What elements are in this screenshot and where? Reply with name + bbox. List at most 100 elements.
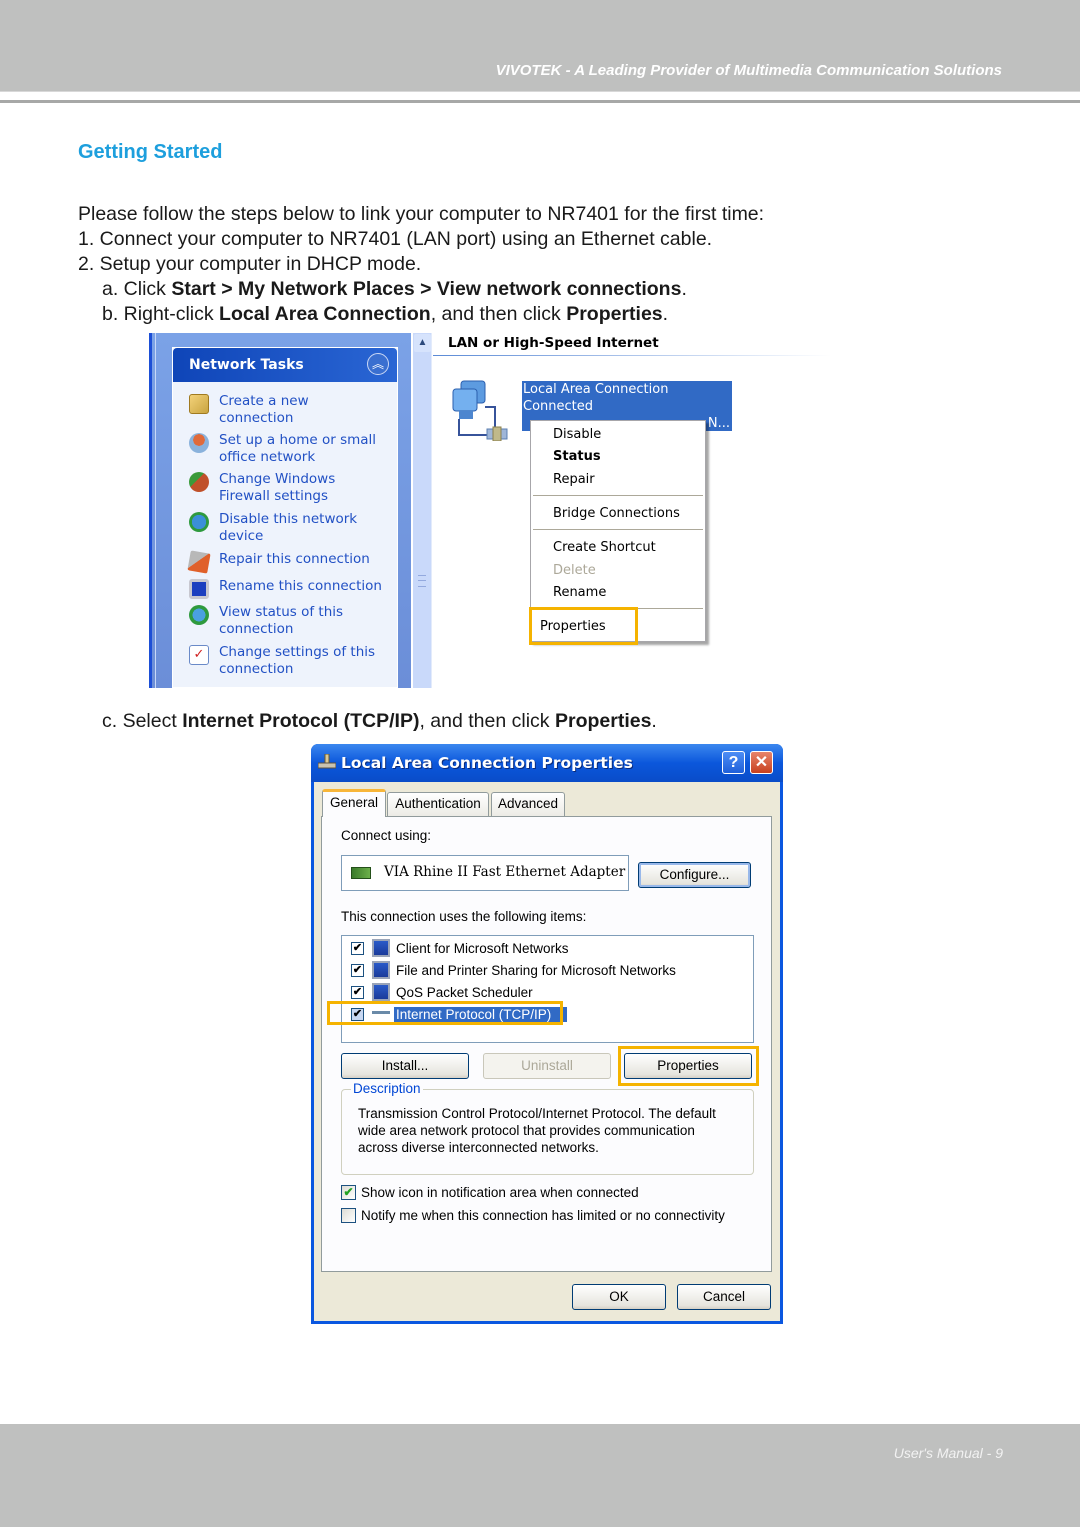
firewall-icon <box>189 472 209 492</box>
show-icon-label: Show icon in notification area when conn… <box>361 1185 639 1200</box>
notify-checkbox[interactable] <box>341 1208 356 1223</box>
cancel-button[interactable]: Cancel <box>677 1284 771 1310</box>
menu-separator <box>533 529 703 530</box>
network-tasks-header[interactable]: Network Tasks ︽ <box>173 348 397 382</box>
page-footer: User's Manual - 9 <box>0 1424 1080 1527</box>
configure-button[interactable]: Configure... <box>638 862 751 888</box>
task-label: connection <box>219 621 294 637</box>
menu-item-rename[interactable]: Rename <box>553 585 606 600</box>
task-pane: Network Tasks ︽ Create a new connection S… <box>149 333 411 688</box>
ok-button[interactable]: OK <box>572 1284 666 1310</box>
dialog-body: General Authentication Advanced Connect … <box>314 782 780 1321</box>
client-network-icon <box>372 939 390 957</box>
repair-icon <box>187 550 211 574</box>
list-item[interactable]: ✔ File and Printer Sharing for Microsoft… <box>351 960 678 980</box>
adapter-name: VIA Rhine II Fast Ethernet Adapter <box>384 864 626 880</box>
task-change-settings[interactable]: ✓ Change settings of this connection <box>189 644 399 678</box>
task-repair[interactable]: Repair this connection <box>187 550 399 574</box>
step-2c-text: c. Select Internet Protocol (TCP/IP), an… <box>102 710 657 733</box>
step-2-text: 2. Setup your computer in DHCP mode. <box>78 253 422 275</box>
menu-item-disable[interactable]: Disable <box>553 427 601 442</box>
task-label: Set up a home or small <box>219 432 377 448</box>
file-printer-sharing-icon <box>372 961 390 979</box>
step-2b-text: b. Right-click Local Area Connection, an… <box>102 303 668 326</box>
network-connection-icon <box>318 754 336 769</box>
help-button[interactable]: ? <box>722 751 745 774</box>
step-2a-text: a. Click Start > My Network Places > Vie… <box>102 278 687 301</box>
task-home-network[interactable]: Set up a home or small office network <box>189 432 399 466</box>
list-item[interactable]: ✔ QoS Packet Scheduler <box>351 982 535 1002</box>
header-divider <box>0 100 1080 103</box>
close-button[interactable]: ✕ <box>750 751 773 774</box>
step-2b-middle: , and then click <box>430 303 567 325</box>
item-checkbox[interactable]: ✔ <box>351 985 364 999</box>
menu-separator <box>533 495 703 496</box>
install-button[interactable]: Install... <box>341 1053 469 1079</box>
item-checkbox[interactable]: ✔ <box>351 963 364 977</box>
list-item[interactable]: ✔ Client for Microsoft Networks <box>351 938 571 958</box>
task-create-connection[interactable]: Create a new connection <box>189 393 399 427</box>
task-label: connection <box>219 410 294 426</box>
step-2b-bold-2: Properties <box>566 303 663 325</box>
step-2c-bold-2: Properties <box>554 710 652 732</box>
task-firewall[interactable]: Change Windows Firewall settings <box>189 471 399 505</box>
menu-item-bridge-connections[interactable]: Bridge Connections <box>553 506 680 521</box>
dialog-titlebar[interactable]: Local Area Connection Properties ? ✕ <box>311 744 783 782</box>
step-2a-prefix: a. Click <box>102 278 172 300</box>
home-network-icon <box>189 433 209 453</box>
step-2c-prefix: c. Select <box>102 710 183 732</box>
task-rename[interactable]: Rename this connection <box>189 578 399 599</box>
menu-item-create-shortcut[interactable]: Create Shortcut <box>553 540 656 555</box>
change-settings-icon: ✓ <box>189 645 209 665</box>
properties-button-highlight-box <box>618 1046 759 1086</box>
disable-device-icon <box>189 512 209 532</box>
network-adapter-icon <box>351 867 371 879</box>
tab-general[interactable]: General <box>322 789 386 817</box>
show-icon-checkbox[interactable]: ✔ <box>341 1185 356 1200</box>
dialog-title: Local Area Connection Properties <box>341 754 633 772</box>
connection-name: Local Area Connection <box>523 382 669 397</box>
task-pane-scrollbar[interactable]: ▲ <box>412 333 432 688</box>
task-disable-device[interactable]: Disable this network device <box>189 511 399 545</box>
step-2c-bold-1: Internet Protocol (TCP/IP) <box>182 710 420 732</box>
connect-using-label: Connect using: <box>341 828 432 843</box>
scroll-up-arrow-icon[interactable]: ▲ <box>414 334 431 352</box>
qos-scheduler-icon <box>372 983 390 1001</box>
task-label: Rename this connection <box>219 578 382 594</box>
show-icon-option[interactable]: ✔ Show icon in notification area when co… <box>341 1185 639 1200</box>
rename-icon <box>189 579 209 599</box>
step-1-text: 1. Connect your computer to NR7401 (LAN … <box>78 228 713 250</box>
components-list[interactable]: ✔ Client for Microsoft Networks ✔ File a… <box>341 935 754 1043</box>
section-title: Getting Started <box>78 141 223 163</box>
task-label: Change settings of this <box>219 644 376 660</box>
scroll-thumb-grip[interactable] <box>418 575 426 587</box>
group-divider <box>433 355 831 356</box>
properties-dialog: Local Area Connection Properties ? ✕ Gen… <box>311 744 783 1324</box>
notify-option[interactable]: Notify me when this connection has limit… <box>341 1208 725 1223</box>
step-2a-path: Start > My Network Places > View network… <box>171 278 682 300</box>
menu-item-repair[interactable]: Repair <box>553 472 595 487</box>
view-status-icon <box>189 605 209 625</box>
description-text: Transmission Control Protocol/Internet P… <box>358 1106 716 1155</box>
description-group: Description Transmission Control Protoco… <box>341 1081 754 1175</box>
adapter-field: VIA Rhine II Fast Ethernet Adapter <box>341 855 629 891</box>
task-label: View status of this <box>219 604 344 620</box>
task-label: Firewall settings <box>219 488 329 504</box>
item-checkbox[interactable]: ✔ <box>351 941 364 955</box>
description-legend: Description <box>351 1081 423 1096</box>
menu-item-delete: Delete <box>553 563 596 578</box>
step-2b-bold-1: Local Area Connection <box>219 303 431 325</box>
task-view-status[interactable]: View status of this connection <box>189 604 399 638</box>
task-label: office network <box>219 449 316 465</box>
tab-authentication[interactable]: Authentication <box>387 792 489 816</box>
tab-advanced[interactable]: Advanced <box>491 792 565 816</box>
uninstall-button: Uninstall <box>483 1053 611 1079</box>
lan-connection-icon[interactable] <box>451 377 513 441</box>
menu-item-status[interactable]: Status <box>553 449 601 464</box>
new-connection-icon <box>189 394 209 414</box>
collapse-chevron-icon[interactable]: ︽ <box>367 353 389 375</box>
network-connections-screenshot: Network Tasks ︽ Create a new connection S… <box>149 333 831 688</box>
task-label: Disable this network <box>219 511 358 527</box>
task-label: connection <box>219 661 294 677</box>
tcpip-highlight-box <box>327 1001 563 1025</box>
